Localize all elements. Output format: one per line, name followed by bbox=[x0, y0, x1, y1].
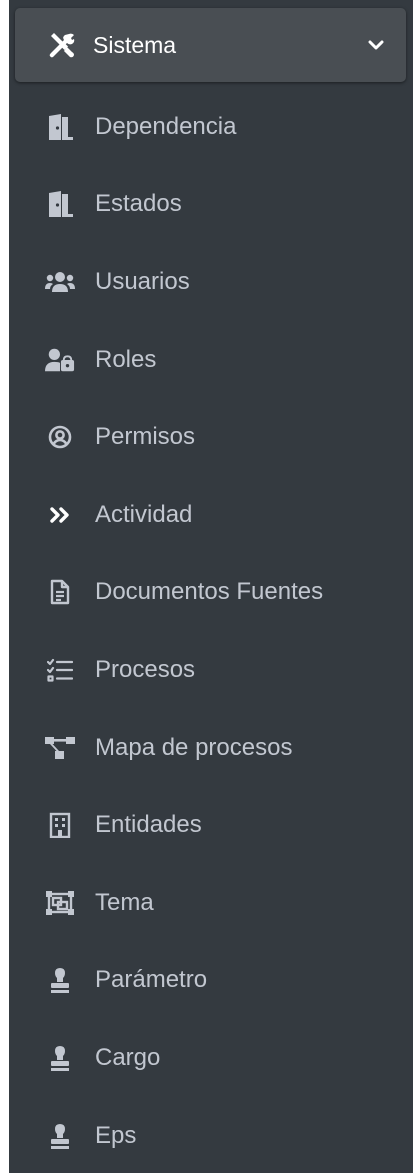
menu-item-label: Permisos bbox=[95, 423, 196, 451]
file-alt-icon bbox=[45, 577, 75, 607]
user-circle-icon bbox=[45, 422, 75, 452]
menu-item-actividad[interactable]: Actividad bbox=[9, 476, 413, 554]
users-icon bbox=[45, 267, 75, 297]
project-diagram-icon bbox=[45, 733, 75, 763]
menu-item-dependencia[interactable]: Dependencia bbox=[9, 88, 413, 166]
menu-item-label: Parámetro bbox=[95, 966, 208, 994]
user-lock-icon bbox=[45, 345, 75, 375]
submenu-list: Dependencia Estados Usuarios Roles Permi… bbox=[9, 88, 413, 1174]
menu-item-label: Estados bbox=[95, 190, 182, 218]
menu-item-label: Tema bbox=[95, 888, 154, 916]
menu-item-eps[interactable]: Eps bbox=[9, 1097, 413, 1174]
door-open-icon bbox=[45, 189, 75, 219]
menu-item-label: Usuarios bbox=[95, 267, 190, 295]
menu-item-label: Procesos bbox=[95, 655, 196, 683]
menu-header-sistema[interactable]: Sistema bbox=[15, 8, 406, 82]
menu-item-label: Entidades bbox=[95, 811, 202, 839]
menu-item-label: Eps bbox=[95, 1121, 137, 1149]
menu-item-usuarios[interactable]: Usuarios bbox=[9, 243, 413, 321]
menu-item-mapa-de-procesos[interactable]: Mapa de procesos bbox=[9, 709, 413, 787]
menu-item-documentos-fuentes[interactable]: Documentos Fuentes bbox=[9, 554, 413, 632]
stamp-icon bbox=[45, 1043, 75, 1073]
chevron-down-icon[interactable] bbox=[366, 35, 386, 55]
menu-item-label: Documentos Fuentes bbox=[95, 578, 324, 606]
menu-item-procesos[interactable]: Procesos bbox=[9, 631, 413, 709]
sidebar: Sistema Dependencia Estados Usuarios Rol… bbox=[9, 0, 413, 1173]
menu-item-cargo[interactable]: Cargo bbox=[9, 1019, 413, 1097]
building-icon bbox=[45, 810, 75, 840]
menu-item-label: Mapa de procesos bbox=[95, 733, 293, 761]
angle-double-right-icon bbox=[45, 500, 75, 530]
menu-item-entidades[interactable]: Entidades bbox=[9, 786, 413, 864]
tools-icon bbox=[47, 30, 77, 60]
menu-item-roles[interactable]: Roles bbox=[9, 321, 413, 399]
door-open-icon bbox=[45, 112, 75, 142]
tasks-icon bbox=[45, 655, 75, 685]
menu-header-label: Sistema bbox=[93, 31, 177, 58]
menu-item-permisos[interactable]: Permisos bbox=[9, 398, 413, 476]
menu-item-label: Cargo bbox=[95, 1043, 161, 1071]
object-group-icon bbox=[45, 888, 75, 918]
menu-item-label: Dependencia bbox=[95, 112, 237, 140]
stamp-icon bbox=[45, 965, 75, 995]
menu-item-label: Actividad bbox=[95, 500, 193, 528]
menu-item-tema[interactable]: Tema bbox=[9, 864, 413, 942]
menu-item-estados[interactable]: Estados bbox=[9, 166, 413, 244]
menu-item-label: Roles bbox=[95, 345, 157, 373]
stamp-icon bbox=[45, 1121, 75, 1151]
menu-item-parametro[interactable]: Parámetro bbox=[9, 942, 413, 1020]
